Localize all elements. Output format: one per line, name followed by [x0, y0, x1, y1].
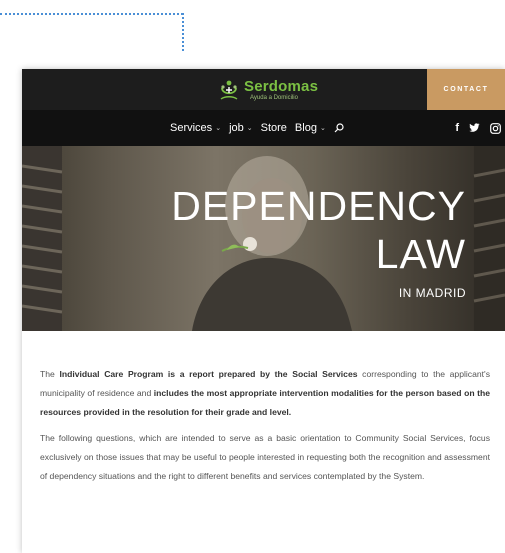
brand-name: Serdomas [244, 78, 319, 95]
main-navigation: Services ⌄ job ⌄ Store Blog ⌄ f [22, 110, 505, 146]
hero-subtitle: IN MADRID [398, 286, 466, 300]
hero-banner: DEPENDENCY LAW IN MADRID [22, 146, 505, 331]
facebook-icon[interactable]: f [455, 122, 459, 134]
hero-title: DEPENDENCY LAW [146, 182, 466, 278]
nav-item-store[interactable]: Store [261, 122, 287, 134]
paragraph-text: The [40, 369, 60, 379]
chevron-down-icon: ⌄ [246, 125, 253, 132]
nav-item-label: Blog [294, 122, 317, 134]
search-icon[interactable] [334, 123, 344, 133]
dotted-connector-vertical [182, 13, 184, 51]
logo-people-icon [220, 80, 238, 100]
paragraph-2: The following questions, which are inten… [40, 433, 490, 481]
hero-title-line1: DEPENDENCY [171, 183, 466, 229]
social-links: f [455, 110, 501, 146]
dotted-connector-horizontal [0, 13, 183, 15]
brand-tagline: Ayuda a Domicilio [250, 95, 298, 101]
instagram-icon[interactable] [490, 122, 501, 134]
paragraph-bold-text: Individual Care Program is a report prep… [59, 369, 358, 379]
hero-title-line2: LAW [375, 231, 466, 277]
site-logo[interactable]: Serdomas Ayuda a Domicilio [218, 77, 318, 103]
nav-item-blog[interactable]: Blog ⌄ [295, 122, 326, 134]
nav-item-services[interactable]: Services ⌄ [170, 122, 221, 134]
twitter-icon[interactable] [469, 123, 480, 133]
contact-button[interactable]: CONTACT [427, 69, 505, 110]
nav-item-job[interactable]: job ⌄ [229, 122, 253, 134]
paragraph-1: The Individual Care Program is a report … [40, 365, 490, 422]
chevron-down-icon: ⌄ [215, 125, 222, 132]
nav-item-label: Store [260, 122, 287, 134]
chevron-down-icon: ⌄ [319, 125, 326, 132]
nav-item-label: job [229, 122, 244, 134]
article-body: The Individual Care Program is a report … [40, 365, 490, 493]
nav-item-label: Services [170, 122, 213, 134]
webpage-card: Serdomas Ayuda a Domicilio CONTACT Servi… [22, 69, 505, 553]
top-bar: Serdomas Ayuda a Domicilio CONTACT [22, 69, 505, 110]
